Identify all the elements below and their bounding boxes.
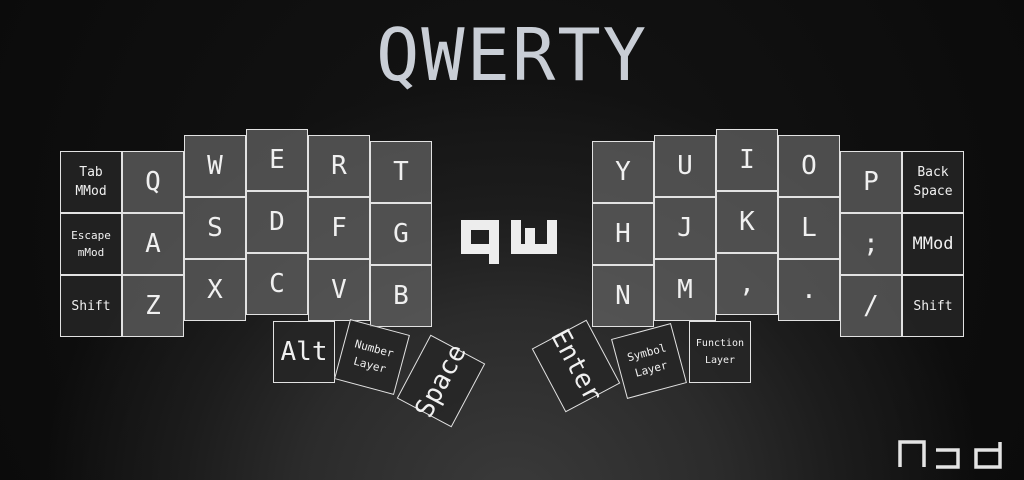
key-tab-mmod[interactable]: Tab MMod: [60, 151, 122, 213]
key-z[interactable]: Z: [122, 275, 184, 337]
key-semicolon[interactable]: ;: [840, 213, 902, 275]
key-t[interactable]: T: [370, 141, 432, 203]
key-shift-right[interactable]: Shift: [902, 275, 964, 337]
key-y[interactable]: Y: [592, 141, 654, 203]
key-n[interactable]: N: [592, 265, 654, 327]
njd-logo-icon: [898, 440, 1002, 469]
key-h[interactable]: H: [592, 203, 654, 265]
key-x[interactable]: X: [184, 259, 246, 321]
key-u[interactable]: U: [654, 135, 716, 197]
key-g[interactable]: G: [370, 203, 432, 265]
key-s[interactable]: S: [184, 197, 246, 259]
key-v[interactable]: V: [308, 259, 370, 321]
key-function-layer[interactable]: Function Layer: [689, 321, 751, 383]
key-l[interactable]: L: [778, 197, 840, 259]
key-c[interactable]: C: [246, 253, 308, 315]
key-alt[interactable]: Alt: [273, 321, 335, 383]
layer-title: QWERTY: [375, 13, 649, 97]
key-b[interactable]: B: [370, 265, 432, 327]
key-shift-left[interactable]: Shift: [60, 275, 122, 337]
key-backspace[interactable]: Back Space: [902, 151, 964, 213]
key-r[interactable]: R: [308, 135, 370, 197]
key-i[interactable]: I: [716, 129, 778, 191]
key-k[interactable]: K: [716, 191, 778, 253]
key-escape-mmod[interactable]: Escape mMod: [60, 213, 122, 275]
key-slash[interactable]: /: [840, 275, 902, 337]
key-a[interactable]: A: [122, 213, 184, 275]
key-e[interactable]: E: [246, 129, 308, 191]
key-m[interactable]: M: [654, 259, 716, 321]
key-comma[interactable]: ,: [716, 253, 778, 315]
key-w[interactable]: W: [184, 135, 246, 197]
key-o[interactable]: O: [778, 135, 840, 197]
key-j[interactable]: J: [654, 197, 716, 259]
key-q[interactable]: Q: [122, 151, 184, 213]
key-period[interactable]: .: [778, 259, 840, 321]
key-mmod-right[interactable]: MMod: [902, 213, 964, 275]
key-d[interactable]: D: [246, 191, 308, 253]
key-p[interactable]: P: [840, 151, 902, 213]
qw-logo-icon: [461, 220, 557, 264]
key-f[interactable]: F: [308, 197, 370, 259]
